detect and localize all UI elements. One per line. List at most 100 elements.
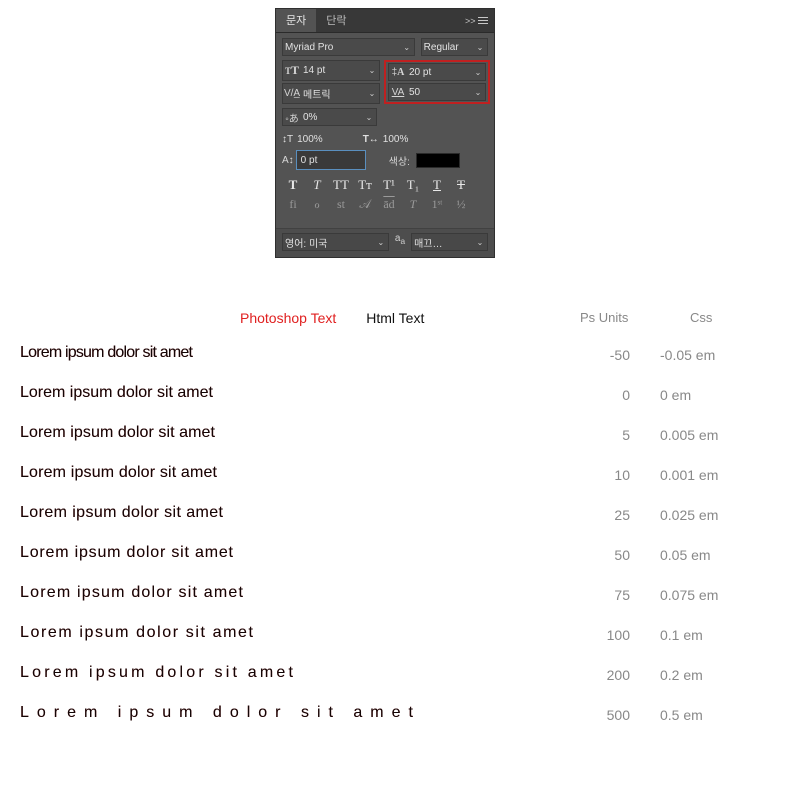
strikethrough-button[interactable]: T	[452, 177, 470, 193]
baseline-shift-field[interactable]: 0 pt	[297, 151, 365, 169]
tsume-field[interactable]: ◦あ 0% ⌄	[282, 108, 377, 126]
css-value: 0.1 em	[660, 627, 760, 643]
comparison-table: Photoshop Text Html Text Ps Units Css Lo…	[20, 310, 780, 744]
panel-menu-button[interactable]: >>	[459, 9, 494, 32]
sample-overlay: Lorem ipsum dolor sit ametLorem ipsum do…	[20, 504, 550, 526]
font-size-icon: TT	[283, 63, 301, 78]
column-headers: Ps Units Css	[580, 310, 770, 325]
underline-button[interactable]: T	[428, 177, 446, 193]
sample-text-html: Lorem ipsum dolor sit amet	[20, 544, 234, 562]
horizontal-scale-icon: T↔	[363, 134, 379, 145]
sample-overlay: Lorem ipsum dolor sit ametLorem ipsum do…	[20, 544, 550, 566]
panel-tabs: 문자 단락 >>	[276, 9, 494, 33]
sample-overlay: Lorem ipsum dolor sit ametLorem ipsum do…	[20, 424, 550, 446]
font-style-value: Regular	[422, 42, 473, 53]
sample-text-html: Lorem ipsum dolor sit amet	[20, 384, 213, 402]
color-swatch[interactable]	[416, 153, 460, 168]
ordinals-button[interactable]: 1ˢᵗ	[428, 197, 446, 212]
chevron-down-icon: ⌄	[471, 68, 485, 77]
horizontal-scale-field[interactable]: T↔ 100%	[363, 134, 409, 145]
chevron-down-icon: ⌄	[473, 238, 487, 247]
allcaps-button[interactable]: TT	[332, 177, 350, 193]
superscript-button[interactable]: T¹	[380, 177, 398, 193]
data-row: Lorem ipsum dolor sit ametLorem ipsum do…	[20, 704, 780, 726]
antialias-icon: aa	[393, 233, 407, 251]
leading-tracking-highlight: ‡A 20 pt ⌄ VA 50 ⌄	[384, 60, 490, 104]
faux-bold-button[interactable]: T	[284, 177, 302, 193]
sample-overlay: Lorem ipsum dolor sit ametLorem ipsum do…	[20, 344, 550, 366]
chevron-down-icon: ⌄	[471, 88, 485, 97]
font-family-field[interactable]: Myriad Pro ⌄	[282, 38, 415, 56]
sample-text-html: Lorem ipsum dolor sit amet	[20, 584, 244, 602]
css-value: 0.005 em	[660, 427, 760, 443]
font-size-field[interactable]: TT 14 pt ⌄	[282, 60, 380, 81]
css-value: 0.075 em	[660, 587, 760, 603]
baseline-shift-icon: A↕	[282, 155, 294, 166]
chevron-down-icon: ⌄	[365, 89, 379, 98]
tsume-icon: ◦あ	[283, 110, 301, 125]
sample-overlay: Lorem ipsum dolor sit ametLorem ipsum do…	[20, 624, 550, 646]
font-size-value: 14 pt	[301, 65, 365, 76]
css-value: 0.5 em	[660, 707, 760, 723]
legend-photoshop: Photoshop Text	[240, 310, 336, 326]
fractions-button[interactable]: ½	[452, 197, 470, 212]
font-style-field[interactable]: Regular ⌄	[421, 38, 488, 56]
chevron-down-icon: ⌄	[473, 43, 487, 52]
contextual-alt-button[interactable]: ℴ	[308, 197, 326, 212]
baseline-shift-value: 0 pt	[298, 155, 364, 166]
data-row: Lorem ipsum dolor sit ametLorem ipsum do…	[20, 544, 780, 566]
sample-overlay: Lorem ipsum dolor sit ametLorem ipsum do…	[20, 464, 550, 486]
swash-button[interactable]: 𝒜	[356, 197, 374, 212]
sample-text-html: Lorem ipsum dolor sit amet	[20, 424, 215, 442]
data-row: Lorem ipsum dolor sit ametLorem ipsum do…	[20, 464, 780, 486]
col-head-css: Css	[690, 310, 770, 325]
panel-body: Myriad Pro ⌄ Regular ⌄ TT 14 pt ⌄ V/A̲ 메…	[276, 33, 494, 228]
chevron-down-icon: ⌄	[362, 113, 376, 122]
titling-alt-button[interactable]: T	[404, 197, 422, 212]
tab-character[interactable]: 문자	[276, 9, 316, 32]
leading-icon: ‡A	[389, 67, 407, 78]
data-row: Lorem ipsum dolor sit ametLorem ipsum do…	[20, 624, 780, 646]
ligatures-button[interactable]: fi	[284, 197, 302, 212]
language-field[interactable]: 영어: 미국 ⌄	[282, 233, 389, 251]
expand-glyph: >>	[465, 16, 476, 26]
smallcaps-button[interactable]: Tᴛ	[356, 177, 374, 193]
css-value: 0.05 em	[660, 547, 760, 563]
ps-units-value: 75	[550, 587, 630, 603]
antialias-value: 매끄…	[412, 235, 473, 250]
font-family-value: Myriad Pro	[283, 42, 400, 53]
ps-units-value: 200	[550, 667, 630, 683]
sample-overlay: Lorem ipsum dolor sit ametLorem ipsum do…	[20, 384, 550, 406]
vertical-scale-icon: ↕T	[282, 134, 293, 145]
vertical-scale-field[interactable]: ↕T 100%	[282, 134, 323, 145]
leading-field[interactable]: ‡A 20 pt ⌄	[388, 63, 486, 81]
css-value: 0.025 em	[660, 507, 760, 523]
sample-overlay: Lorem ipsum dolor sit ametLorem ipsum do…	[20, 704, 550, 726]
stylistic-alt-button[interactable]: ād	[380, 197, 398, 212]
vertical-scale-value: 100%	[297, 134, 323, 145]
kerning-field[interactable]: V/A̲ 메트릭 ⌄	[282, 83, 380, 104]
subscript-button[interactable]: T₁	[404, 177, 422, 193]
chevron-down-icon: ⌄	[400, 43, 414, 52]
panel-footer: 영어: 미국 ⌄ aa 매끄… ⌄	[276, 228, 494, 257]
tracking-field[interactable]: VA 50 ⌄	[388, 83, 486, 101]
sample-text-html: Lorem ipsum dolor sit amet	[20, 664, 296, 682]
faux-italic-button[interactable]: T	[308, 177, 326, 193]
css-value: 0 em	[660, 387, 760, 403]
antialias-field[interactable]: 매끄… ⌄	[411, 233, 488, 251]
horizontal-scale-value: 100%	[383, 134, 409, 145]
tab-paragraph[interactable]: 단락	[316, 9, 356, 32]
data-row: Lorem ipsum dolor sit ametLorem ipsum do…	[20, 384, 780, 406]
col-head-ps: Ps Units	[580, 310, 660, 325]
type-style-buttons: T T TT Tᴛ T¹ T₁ T T	[284, 177, 486, 193]
data-row: Lorem ipsum dolor sit ametLorem ipsum do…	[20, 584, 780, 606]
sample-text-html: Lorem ipsum dolor sit amet	[20, 704, 421, 722]
data-row: Lorem ipsum dolor sit ametLorem ipsum do…	[20, 424, 780, 446]
discretionary-lig-button[interactable]: st	[332, 197, 350, 212]
leading-value: 20 pt	[407, 67, 471, 78]
css-value: -0.05 em	[660, 347, 760, 363]
menu-icon	[478, 17, 488, 25]
language-value: 영어: 미국	[283, 235, 374, 250]
character-panel: 문자 단락 >> Myriad Pro ⌄ Regular ⌄ TT	[275, 8, 495, 258]
sample-overlay: Lorem ipsum dolor sit ametLorem ipsum do…	[20, 584, 550, 606]
